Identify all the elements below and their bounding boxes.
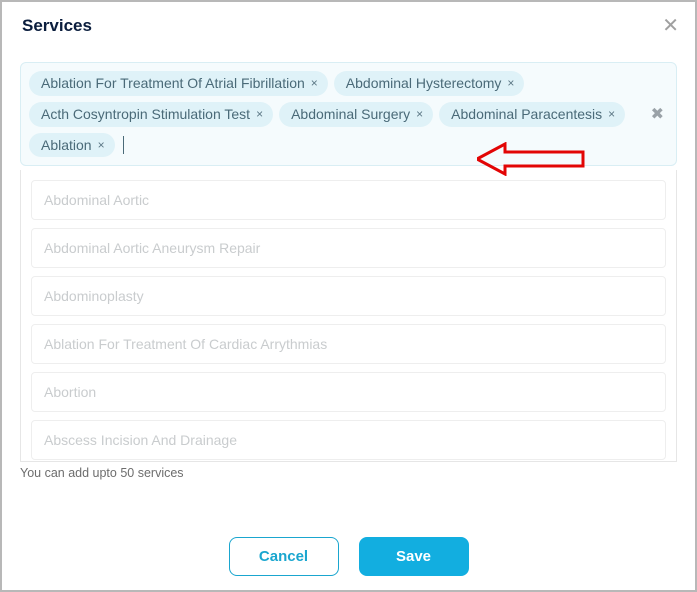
service-option[interactable]: Ablation For Treatment Of Cardiac Arryth… bbox=[31, 324, 666, 364]
service-options-list[interactable]: Abdominal Aortic Abdominal Aortic Aneury… bbox=[20, 170, 677, 462]
close-icon[interactable]: ✕ bbox=[662, 16, 679, 36]
remove-tag-icon[interactable]: × bbox=[608, 107, 615, 121]
modal-footer: Cancel Save bbox=[2, 537, 695, 576]
tag-label: Ablation For Treatment Of Atrial Fibrill… bbox=[41, 75, 305, 92]
service-option[interactable]: Abdominal Aortic bbox=[31, 180, 666, 220]
remove-tag-icon[interactable]: × bbox=[256, 107, 263, 121]
tag-label: Ablation bbox=[41, 137, 92, 154]
service-option[interactable]: Abdominoplasty bbox=[31, 276, 666, 316]
modal-title: Services bbox=[22, 16, 92, 35]
service-tag: Abdominal Paracentesis × bbox=[439, 102, 625, 127]
remove-tag-icon[interactable]: × bbox=[416, 107, 423, 121]
modal-header: Services bbox=[2, 2, 695, 44]
remove-tag-icon[interactable]: × bbox=[311, 76, 318, 90]
cancel-button[interactable]: Cancel bbox=[229, 537, 339, 576]
tag-label: Abdominal Paracentesis bbox=[451, 106, 602, 123]
service-tag: Acth Cosyntropin Stimulation Test × bbox=[29, 102, 273, 127]
text-cursor bbox=[123, 136, 124, 154]
service-tag: Abdominal Hysterectomy × bbox=[334, 71, 525, 96]
service-tag: Abdominal Surgery × bbox=[279, 102, 433, 127]
tag-label: Abdominal Surgery bbox=[291, 106, 410, 123]
service-tag: Ablation × bbox=[29, 133, 115, 158]
services-modal: Services ✕ Ablation For Treatment Of Atr… bbox=[0, 0, 697, 592]
save-button[interactable]: Save bbox=[359, 537, 469, 576]
tag-label: Abdominal Hysterectomy bbox=[346, 75, 502, 92]
clear-all-icon[interactable]: ✖ bbox=[651, 104, 664, 124]
service-option[interactable]: Abortion bbox=[31, 372, 666, 412]
tag-label: Acth Cosyntropin Stimulation Test bbox=[41, 106, 250, 123]
service-tag: Ablation For Treatment Of Atrial Fibrill… bbox=[29, 71, 328, 96]
remove-tag-icon[interactable]: × bbox=[98, 138, 105, 152]
service-option[interactable]: Abscess Incision And Drainage bbox=[31, 420, 666, 460]
service-option[interactable]: Abdominal Aortic Aneurysm Repair bbox=[31, 228, 666, 268]
remove-tag-icon[interactable]: × bbox=[507, 76, 514, 90]
selected-services-input[interactable]: Ablation For Treatment Of Atrial Fibrill… bbox=[20, 62, 677, 166]
helper-text: You can add upto 50 services bbox=[20, 466, 677, 480]
